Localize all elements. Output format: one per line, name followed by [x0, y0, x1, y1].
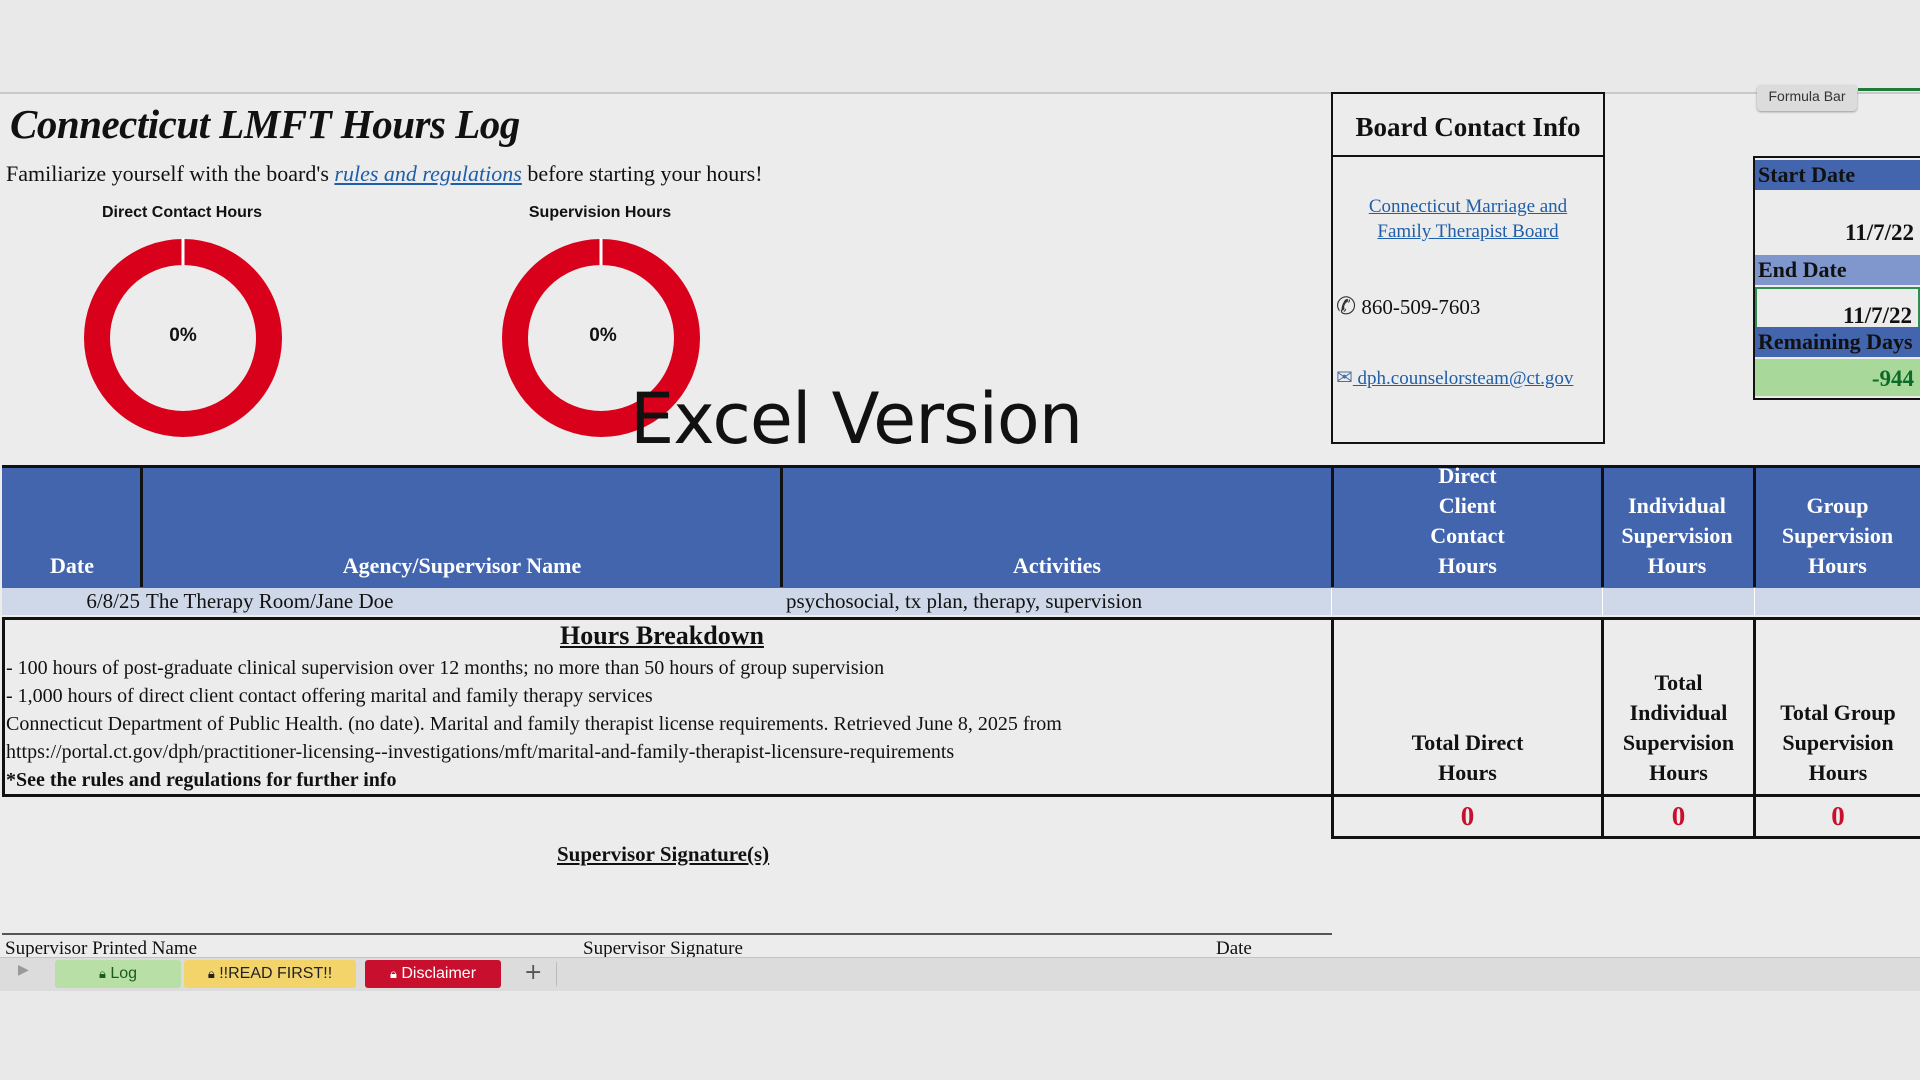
end-date-label: End Date: [1755, 255, 1920, 285]
supervisor-signatures-title: Supervisor Signature(s): [557, 842, 770, 866]
breakdown-line: - 100 hours of post-graduate clinical su…: [6, 657, 885, 679]
total-direct-value: 0: [1331, 797, 1604, 839]
breakdown-line: - 1,000 hours of direct client contact o…: [6, 685, 653, 707]
row-activities[interactable]: psychosocial, tx plan, therapy, supervis…: [786, 588, 1142, 615]
breakdown-line: Connecticut Department of Public Health.…: [6, 713, 1062, 735]
board-divider: [1331, 155, 1605, 157]
row-agency[interactable]: The Therapy Room/Jane Doe: [146, 588, 393, 615]
rules-link[interactable]: rules and regulations: [334, 161, 521, 186]
email-address[interactable]: dph.counselorsteam@ct.gov: [1358, 368, 1574, 389]
supervision-percent: 0%: [589, 325, 617, 346]
signature-line: [2, 933, 1332, 935]
header-activities: Activities: [1013, 553, 1101, 578]
total-individual-label: Total Individual Supervision Hours: [1601, 617, 1756, 797]
intro-before: Familiarize yourself with the board's: [6, 161, 335, 186]
direct-contact-chart-title: Direct Contact Hours: [101, 204, 263, 221]
tab-disclaimer[interactable]: 🔒︎ Disclaimer: [365, 960, 501, 988]
total-group-label: Total Group Supervision Hours: [1753, 617, 1920, 797]
tab-log[interactable]: 🔒︎ Log: [55, 960, 181, 988]
scroll-tabs-right-icon[interactable]: ▶: [18, 962, 29, 978]
board-phone: ✆ 860-509-7603: [1336, 292, 1480, 320]
end-date-value[interactable]: 11/7/22: [1755, 287, 1920, 329]
add-sheet-button[interactable]: +: [524, 960, 542, 985]
board-email[interactable]: ✉ dph.counselorsteam@ct.gov: [1336, 365, 1573, 390]
remaining-days-value: -944: [1755, 359, 1920, 396]
intro-after: before starting your hours!: [521, 161, 763, 186]
row-direct-hours[interactable]: [1335, 588, 1599, 615]
intro-text: Familiarize yourself with the board's ru…: [6, 161, 763, 187]
board-website-link[interactable]: Connecticut Marriage and Family Therapis…: [1340, 194, 1596, 244]
header-agency: Agency/Supervisor Name: [342, 553, 582, 578]
row-group-hours[interactable]: [1756, 588, 1920, 615]
window-bottom-margin: [0, 991, 1920, 1080]
cell-gridline: [1754, 588, 1755, 615]
total-group-value: 0: [1753, 797, 1920, 839]
header-group-supervision: Group Supervision Hours: [1781, 493, 1894, 578]
phone-number: 860-509-7603: [1361, 295, 1481, 319]
tab-read-first-label: !!READ FIRST!!: [219, 965, 333, 982]
header-direct-client-hours: Direct Client Contact Hours: [1430, 463, 1505, 578]
tab-read-first[interactable]: 🔒︎ !!READ FIRST!!: [184, 960, 356, 988]
row-individual-hours[interactable]: [1604, 588, 1752, 615]
selection-indicator: [1858, 88, 1920, 91]
direct-contact-percent: 0%: [169, 325, 197, 346]
cell-gridline: [1331, 588, 1332, 615]
tab-separator: [556, 962, 557, 986]
lock-icon: 🔒︎: [98, 967, 106, 982]
cell-gridline: [1602, 588, 1603, 615]
supervision-chart-title: Supervision Hours: [528, 204, 672, 221]
lock-icon: 🔒︎: [389, 967, 397, 982]
formula-bar-tooltip[interactable]: Formula Bar: [1757, 85, 1857, 111]
excel-version-caption: Excel Version: [630, 378, 1083, 460]
tab-disclaimer-label: Disclaimer: [401, 965, 477, 982]
lock-icon: 🔒︎: [207, 967, 215, 982]
breakdown-note: *See the rules and regulations for furth…: [6, 769, 397, 791]
board-contact-title: Board Contact Info: [1355, 112, 1581, 142]
header-individual-supervision: Individual Supervision Hours: [1621, 493, 1733, 578]
start-date-label: Start Date: [1755, 160, 1920, 190]
header-date: Date: [50, 553, 94, 578]
total-direct-label: Total Direct Hours: [1331, 617, 1604, 797]
phone-icon: ✆: [1336, 292, 1357, 320]
col-divider: [1601, 465, 1604, 587]
hours-breakdown-title: Hours Breakdown: [560, 621, 764, 650]
page-title: Connecticut LMFT Hours Log: [10, 101, 520, 147]
start-date-value[interactable]: 11/7/22: [1755, 190, 1920, 250]
col-divider: [1753, 465, 1756, 587]
col-divider: [780, 465, 783, 587]
remaining-days-label: Remaining Days: [1755, 327, 1920, 357]
col-divider: [140, 465, 143, 587]
board-contact-box: [1331, 92, 1605, 444]
mail-icon: ✉: [1336, 365, 1353, 389]
total-individual-value: 0: [1601, 797, 1756, 839]
breakdown-line: https://portal.ct.gov/dph/practitioner-l…: [6, 741, 955, 763]
col-divider: [1331, 465, 1334, 587]
tab-log-label: Log: [110, 965, 138, 982]
row-date[interactable]: 6/8/25: [2, 588, 140, 615]
